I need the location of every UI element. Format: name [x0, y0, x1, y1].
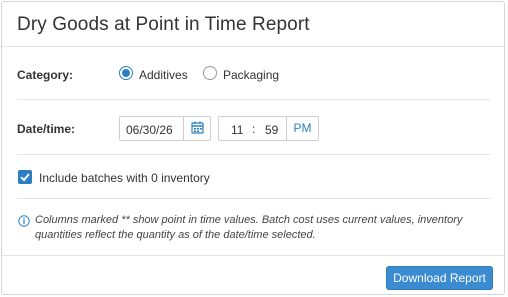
- info-icon: [18, 215, 30, 227]
- radio-packaging[interactable]: [203, 66, 217, 80]
- ampm-toggle[interactable]: PM: [286, 117, 318, 140]
- radio-additives-label[interactable]: Additives: [139, 68, 188, 82]
- date-input[interactable]: 06/30/26: [119, 116, 211, 141]
- checkmark-icon: [20, 173, 30, 182]
- include-zero-label[interactable]: Include batches with 0 inventory: [39, 171, 210, 185]
- radio-packaging-label[interactable]: Packaging: [223, 68, 279, 82]
- divider: [17, 198, 491, 199]
- info-note: Columns marked ** show point in time val…: [35, 214, 463, 241]
- dialog-title: Dry Goods at Point in Time Report: [17, 14, 310, 35]
- dialog-footer: Download Report: [2, 255, 504, 295]
- datetime-label: Date/time:: [17, 122, 76, 136]
- download-report-button[interactable]: Download Report: [386, 266, 493, 290]
- category-label: Category:: [17, 68, 74, 82]
- divider: [17, 154, 491, 155]
- include-zero-checkbox[interactable]: [18, 170, 32, 184]
- time-hour[interactable]: 11: [231, 123, 243, 137]
- report-dialog: Dry Goods at Point in Time Report Catego…: [1, 1, 505, 295]
- time-minute[interactable]: 59: [265, 123, 278, 137]
- time-separator: :: [252, 122, 256, 136]
- time-input[interactable]: 11 : 59 PM: [218, 116, 319, 141]
- calendar-icon: [191, 121, 204, 134]
- radio-additives[interactable]: [119, 66, 133, 80]
- date-value[interactable]: 06/30/26: [126, 123, 173, 137]
- divider: [17, 99, 491, 100]
- dialog-header: Dry Goods at Point in Time Report: [2, 2, 504, 47]
- calendar-button[interactable]: [183, 117, 210, 140]
